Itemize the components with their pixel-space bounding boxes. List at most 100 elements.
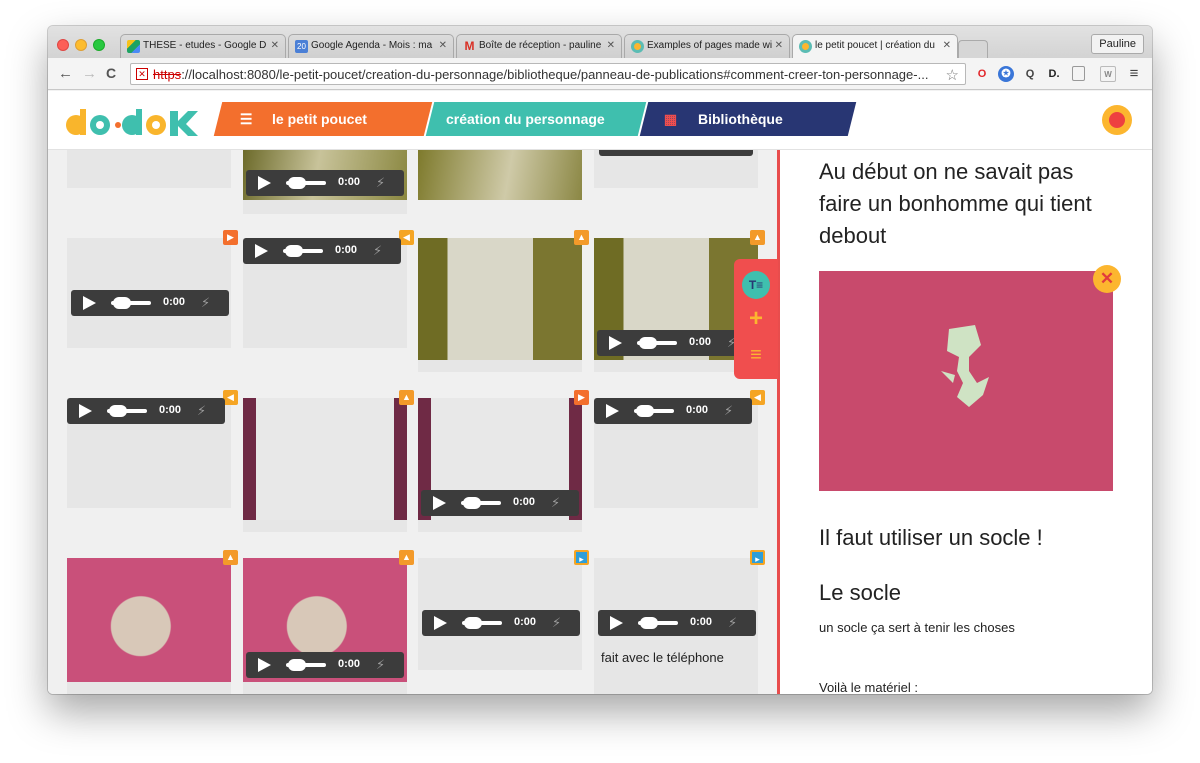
image-thumbnail — [418, 150, 582, 200]
maximize-window-button[interactable] — [93, 39, 105, 51]
mute-icon[interactable]: ⚡︎ — [376, 657, 385, 673]
app-header: ☰ le petit poucet création du personnage… — [48, 91, 1152, 150]
profile-button[interactable]: Pauline — [1091, 34, 1144, 54]
add-text-icon[interactable]: T≡ — [742, 271, 770, 299]
opera-icon[interactable]: O — [974, 66, 990, 82]
paragraph: un socle ça sert à tenir les choses — [819, 620, 1015, 635]
tab-examples-pages[interactable]: Examples of pages made wi ✕ — [624, 34, 790, 58]
media-player[interactable]: 0:00 ⚡︎ — [598, 610, 756, 636]
media-player[interactable]: 0:00 ⚡︎ — [421, 490, 579, 516]
media-card[interactable]: ▸ 0:00 ⚡︎ fait avec le téléphone — [594, 550, 765, 694]
play-icon[interactable] — [434, 616, 447, 630]
menu-icon[interactable]: ≡ — [1126, 66, 1142, 82]
play-icon[interactable] — [606, 404, 619, 418]
mute-icon[interactable]: ⚡︎ — [373, 243, 382, 259]
image-type-icon: ▲ — [223, 550, 238, 565]
panel-divider[interactable] — [777, 150, 780, 694]
mute-icon[interactable]: ⚡︎ — [552, 615, 561, 631]
media-player[interactable]: 0:00 ⚡︎ — [422, 610, 580, 636]
media-card[interactable] — [418, 150, 582, 200]
grid-icon: ▦ — [663, 111, 678, 127]
video-type-icon: ▶ — [574, 390, 589, 405]
audio-type-icon: ◀ — [223, 390, 238, 405]
play-icon[interactable] — [79, 404, 92, 418]
address-bar[interactable]: ✕ https://localhost:8080/le-petit-poucet… — [130, 63, 966, 85]
mute-icon[interactable]: ⚡︎ — [201, 295, 210, 311]
more-options-icon[interactable]: ≡ — [742, 341, 770, 369]
tab-gmail[interactable]: M Boîte de réception - pauline ✕ — [456, 34, 622, 58]
media-player[interactable]: 0:00 ⚡︎ — [246, 652, 404, 678]
media-player[interactable]: 0:00 ⚡︎ — [71, 290, 229, 316]
breadcrumb-library[interactable]: ▦ Bibliothèque — [639, 102, 857, 136]
image-thumbnail — [67, 558, 231, 682]
breadcrumb-folder[interactable]: création du personnage — [425, 102, 647, 136]
media-card[interactable] — [67, 150, 231, 188]
media-card[interactable]: ◀ 0:00 ⚡︎ — [243, 230, 414, 348]
dodoc-logo[interactable] — [66, 107, 202, 137]
tab-close-icon[interactable]: ✕ — [607, 40, 615, 51]
reload-icon[interactable]: C — [106, 65, 116, 81]
tab-close-icon[interactable]: ✕ — [775, 40, 783, 51]
play-icon[interactable] — [433, 496, 446, 510]
d-extension-icon[interactable]: D. — [1046, 66, 1062, 82]
media-card[interactable]: ▲ 0:00 ⚡︎ — [243, 550, 414, 694]
play-icon[interactable] — [255, 244, 268, 258]
breadcrumb-project[interactable]: ☰ le petit poucet — [213, 102, 433, 136]
tab-these-etudes[interactable]: THESE - etudes - Google D ✕ — [120, 34, 286, 58]
back-arrow-icon[interactable]: ← — [58, 65, 73, 82]
media-card[interactable]: ▶ 0:00 ⚡︎ — [418, 390, 589, 532]
extension-gear-icon[interactable]: ✪ — [998, 66, 1014, 82]
image-thumbnail — [243, 398, 407, 520]
media-card[interactable]: ▲ — [67, 550, 238, 694]
dodoc-icon — [631, 40, 644, 53]
document-extension-icon[interactable] — [1072, 66, 1085, 81]
browser-toolbar: ← → C ✕ https://localhost:8080/le-petit-… — [48, 58, 1152, 90]
tab-close-icon[interactable]: ✕ — [439, 40, 447, 51]
dodoc-icon — [799, 40, 812, 53]
close-window-button[interactable] — [57, 39, 69, 51]
search-extension-icon[interactable]: Q — [1022, 66, 1038, 82]
tab-bar: THESE - etudes - Google D ✕ 20 Google Ag… — [48, 26, 1152, 58]
media-card[interactable] — [594, 150, 758, 188]
close-icon[interactable]: ✕ — [1093, 265, 1121, 293]
play-icon[interactable] — [610, 616, 623, 630]
mute-icon[interactable]: ⚡︎ — [724, 403, 733, 419]
forward-arrow-icon[interactable]: → — [82, 65, 97, 82]
video-type-icon: ▸ — [750, 550, 765, 565]
web-page: ☰ le petit poucet création du personnage… — [48, 91, 1152, 694]
media-card[interactable]: ▸ 0:00 ⚡︎ — [418, 550, 589, 670]
tab-le-petit-poucet[interactable]: le petit poucet | création du ✕ — [792, 34, 958, 58]
media-library-grid: 0:00 ⚡︎ ▶ 0:00 ⚡︎ ◀ 0:00 ⚡︎ ▲ ▲ 0:00 ⚡︎ … — [48, 150, 778, 694]
media-player[interactable]: 0:00 ⚡︎ — [246, 170, 404, 196]
paragraph: Voilà le matériel : — [819, 680, 918, 694]
tab-close-icon[interactable]: ✕ — [943, 40, 951, 51]
play-icon[interactable] — [609, 336, 622, 350]
tab-google-agenda[interactable]: 20 Google Agenda - Mois : ma ✕ — [288, 34, 454, 58]
play-icon[interactable] — [258, 658, 271, 672]
media-player[interactable]: 0:00 ⚡︎ — [594, 398, 752, 424]
media-card[interactable]: ◀ 0:00 ⚡︎ — [67, 390, 238, 508]
mute-icon[interactable]: ⚡︎ — [728, 615, 737, 631]
mute-icon[interactable]: ⚡︎ — [551, 495, 560, 511]
media-card[interactable]: ▶ 0:00 ⚡︎ — [67, 230, 238, 348]
tab-close-icon[interactable]: ✕ — [271, 40, 279, 51]
bookmark-star-icon[interactable]: ☆ — [946, 66, 959, 84]
media-player[interactable]: 0:00 ⚡︎ — [597, 330, 755, 356]
media-player[interactable]: 0:00 ⚡︎ — [243, 238, 401, 264]
new-tab-button[interactable] — [958, 40, 988, 58]
publication-panel: Au début on ne savait pas faire un bonho… — [780, 150, 1152, 694]
minimize-window-button[interactable] — [75, 39, 87, 51]
media-card[interactable]: 0:00 ⚡︎ — [243, 150, 407, 214]
w-extension-icon[interactable]: W — [1100, 66, 1116, 82]
play-icon[interactable] — [83, 296, 96, 310]
add-icon[interactable]: + — [742, 305, 770, 333]
media-card[interactable]: ▲ — [418, 230, 589, 372]
media-player[interactable]: 0:00 ⚡︎ — [67, 398, 225, 424]
mute-icon[interactable]: ⚡︎ — [376, 175, 385, 191]
play-icon[interactable] — [258, 176, 271, 190]
media-card[interactable]: ▲ — [243, 390, 414, 532]
record-button[interactable] — [1102, 105, 1132, 135]
mute-icon[interactable]: ⚡︎ — [197, 403, 206, 419]
paper-figure-image — [819, 271, 1113, 491]
media-card[interactable]: ◀ 0:00 ⚡︎ — [594, 390, 765, 508]
